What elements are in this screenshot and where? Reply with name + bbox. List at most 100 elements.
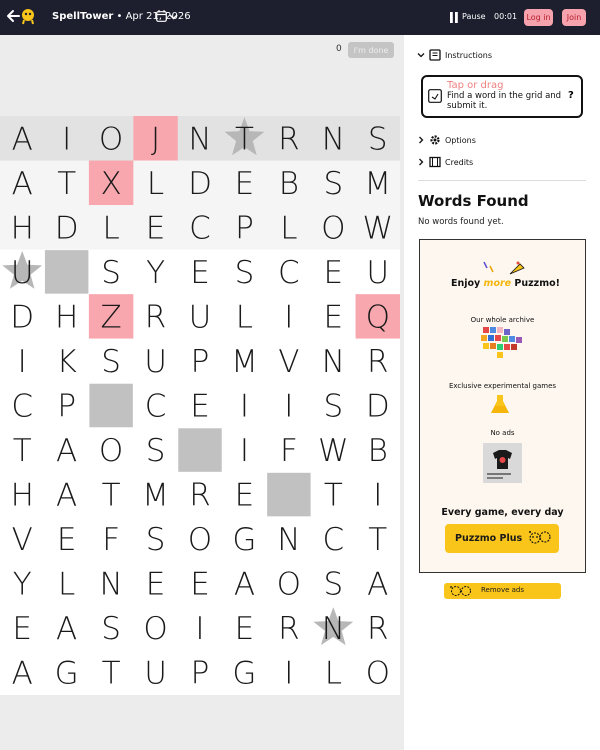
letter-tile[interactable]: E xyxy=(146,567,166,603)
letter-tile[interactable]: E xyxy=(57,522,77,558)
letter-tile[interactable]: R xyxy=(278,121,300,157)
letter-tile[interactable]: L xyxy=(325,656,342,692)
letter-tile[interactable]: Q xyxy=(366,299,390,335)
letter-tile[interactable]: T xyxy=(235,121,254,157)
letter-tile[interactable]: P xyxy=(235,210,254,246)
letter-tile[interactable]: A xyxy=(12,121,33,157)
letter-tile[interactable]: T xyxy=(324,478,343,514)
letter-tile[interactable]: K xyxy=(56,344,76,380)
letter-tile[interactable]: O xyxy=(99,433,123,469)
letter-tile[interactable]: I xyxy=(62,121,71,157)
letter-tile[interactable]: G xyxy=(55,656,79,692)
letter-tile[interactable]: E xyxy=(146,210,166,246)
letter-tile[interactable]: W xyxy=(318,433,349,469)
letter-tile[interactable]: L xyxy=(147,166,164,202)
letter-tile[interactable]: I xyxy=(284,299,293,335)
letter-tile[interactable]: T xyxy=(57,166,76,202)
letter-tile[interactable]: S xyxy=(235,255,255,291)
letter-tile[interactable]: E xyxy=(190,389,210,425)
letter-tile[interactable]: P xyxy=(191,656,210,692)
letter-tile[interactable]: B xyxy=(279,166,299,202)
letter-tile[interactable]: R xyxy=(367,611,389,647)
letter-tile[interactable]: E xyxy=(235,611,255,647)
letter-tile[interactable]: T xyxy=(102,478,121,514)
letter-tile[interactable]: T xyxy=(102,656,121,692)
letter-tile[interactable]: R xyxy=(367,344,389,380)
letter-tile[interactable]: D xyxy=(10,299,34,335)
letter-tile[interactable]: W xyxy=(362,210,393,246)
letter-tile[interactable]: C xyxy=(278,255,300,291)
letter-tile[interactable]: S xyxy=(146,433,166,469)
letter-tile[interactable]: I xyxy=(240,389,249,425)
login-button[interactable]: Log in xyxy=(524,9,553,26)
letter-tile[interactable]: R xyxy=(189,478,211,514)
letter-tile[interactable]: N xyxy=(322,611,345,647)
letter-tile[interactable]: I xyxy=(373,478,382,514)
letter-tile[interactable]: L xyxy=(280,210,297,246)
help-button[interactable]: ? xyxy=(568,90,574,101)
instructions-toggle[interactable]: Instructions xyxy=(417,49,492,61)
letter-tile[interactable]: E xyxy=(235,478,255,514)
letter-tile[interactable]: E xyxy=(190,567,210,603)
chevron-down-icon[interactable] xyxy=(169,12,178,21)
letter-tile[interactable]: I xyxy=(284,389,293,425)
letter-tile[interactable]: S xyxy=(101,611,121,647)
letter-tile[interactable]: L xyxy=(58,567,75,603)
back-arrow-icon[interactable] xyxy=(6,9,20,23)
letter-tile[interactable]: R xyxy=(145,299,167,335)
letter-tile[interactable]: C xyxy=(11,389,33,425)
letter-tile[interactable]: A xyxy=(12,166,33,202)
letter-tile[interactable]: U xyxy=(189,299,212,335)
letter-tile[interactable]: E xyxy=(324,299,344,335)
letter-tile[interactable]: T xyxy=(13,433,32,469)
letter-tile[interactable]: L xyxy=(236,299,253,335)
letter-tile[interactable]: E xyxy=(235,166,255,202)
letter-tile[interactable]: N xyxy=(100,567,123,603)
calendar-icon[interactable] xyxy=(156,10,167,22)
letter-tile[interactable]: F xyxy=(102,522,120,558)
letter-tile[interactable]: G xyxy=(232,522,256,558)
letter-tile[interactable]: O xyxy=(366,656,390,692)
done-button[interactable]: I'm done xyxy=(348,42,394,58)
letter-tile[interactable]: O xyxy=(321,210,345,246)
letter-tile[interactable]: Y xyxy=(146,255,165,291)
letter-tile[interactable]: A xyxy=(56,611,77,647)
letter-tile[interactable]: S xyxy=(323,567,343,603)
letter-tile[interactable]: A xyxy=(56,478,77,514)
letter-tile[interactable]: V xyxy=(12,522,33,558)
join-button[interactable]: Join xyxy=(562,9,586,26)
letter-tile[interactable]: T xyxy=(368,522,387,558)
letter-tile[interactable]: I xyxy=(18,344,27,380)
letter-tile[interactable]: U xyxy=(11,255,34,291)
letter-tile[interactable]: N xyxy=(322,121,345,157)
letter-tile[interactable]: H xyxy=(11,478,34,514)
letter-tile[interactable]: O xyxy=(188,522,212,558)
letter-tile[interactable]: C xyxy=(145,389,167,425)
letter-tile[interactable]: Z xyxy=(100,299,121,335)
letter-tile[interactable]: P xyxy=(191,344,210,380)
options-toggle[interactable]: Options xyxy=(417,134,476,146)
letter-tile[interactable]: F xyxy=(280,433,298,469)
letter-tile[interactable]: H xyxy=(55,299,78,335)
letter-tile[interactable]: I xyxy=(240,433,249,469)
letter-tile[interactable]: A xyxy=(367,567,388,603)
letter-tile[interactable]: J xyxy=(151,121,160,157)
letter-tile[interactable]: A xyxy=(12,656,33,692)
letter-tile[interactable]: E xyxy=(190,255,210,291)
letter-tile[interactable]: D xyxy=(366,389,390,425)
letter-tile[interactable]: N xyxy=(188,121,211,157)
letter-tile[interactable]: X xyxy=(100,166,121,202)
letter-tile[interactable]: C xyxy=(189,210,211,246)
letter-tile[interactable]: M xyxy=(364,166,391,202)
letter-tile[interactable]: U xyxy=(144,344,167,380)
letter-tile[interactable]: M xyxy=(231,344,258,380)
letter-tile[interactable]: S xyxy=(323,389,343,425)
letter-tile[interactable]: I xyxy=(195,611,204,647)
pause-icon[interactable] xyxy=(449,12,459,23)
letter-tile[interactable]: G xyxy=(232,656,256,692)
letter-tile[interactable]: S xyxy=(368,121,388,157)
letter-tile[interactable]: M xyxy=(142,478,169,514)
letter-tile[interactable]: S xyxy=(146,522,166,558)
letter-tile[interactable]: P xyxy=(57,389,76,425)
letter-tile[interactable]: I xyxy=(284,656,293,692)
